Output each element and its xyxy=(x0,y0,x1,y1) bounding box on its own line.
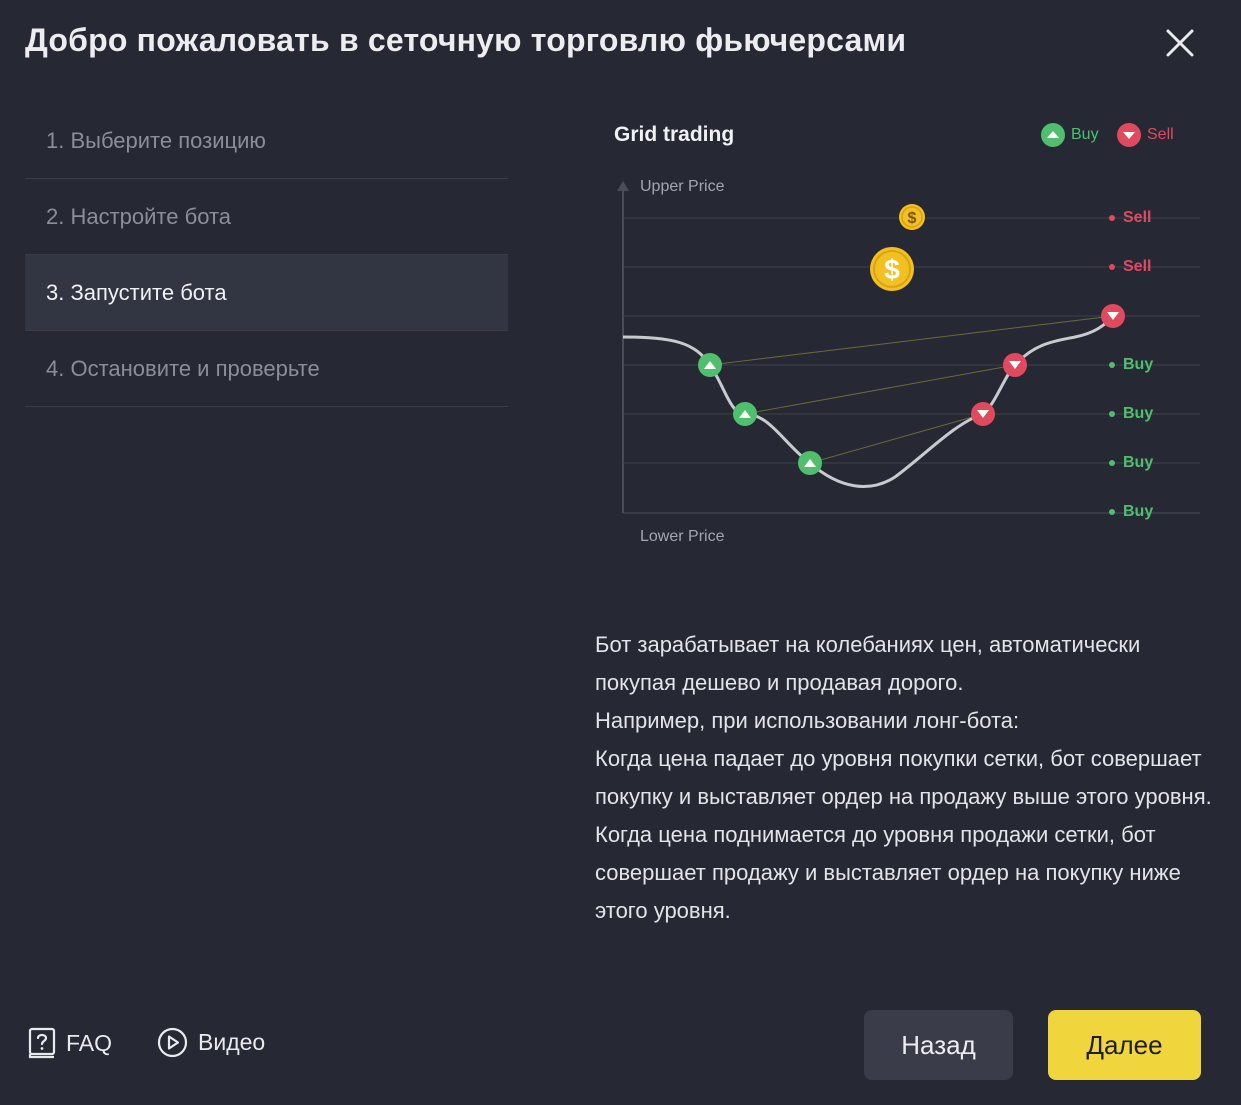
grid-level-label: Buy xyxy=(1123,405,1154,422)
step-4[interactable]: 4. Остановите и проверьте xyxy=(25,331,508,407)
step-2[interactable]: 2. Настройте бота xyxy=(25,179,508,255)
grid-level-label: Sell xyxy=(1123,209,1152,226)
faq-link[interactable]: FAQ xyxy=(28,1027,112,1059)
buy-marker xyxy=(733,402,757,426)
upper-price-label: Upper Price xyxy=(640,178,725,195)
close-button[interactable] xyxy=(1160,24,1200,64)
step-3-active[interactable]: 3. Запустите бота xyxy=(25,255,508,331)
grid-trading-illustration: Grid trading Buy Sell $ $ Upper Price Lo… xyxy=(595,105,1210,585)
faq-book-icon xyxy=(28,1027,56,1059)
description-paragraph: Когда цена поднимается до уровня продажи… xyxy=(595,822,1181,923)
pair-lines xyxy=(709,315,1114,464)
back-button[interactable]: Назад xyxy=(864,1010,1013,1080)
level-dot xyxy=(1109,509,1115,515)
video-label: Видео xyxy=(198,1029,266,1055)
grid-level-label: Buy xyxy=(1123,454,1154,471)
grid-chart-svg: $ $ xyxy=(617,181,1200,515)
level-dot xyxy=(1109,411,1115,417)
coin-large-symbol: $ xyxy=(884,254,900,285)
price-curve xyxy=(622,315,1115,488)
grid-level-label: Sell xyxy=(1123,258,1152,275)
axis-arrow xyxy=(617,181,629,191)
level-dot xyxy=(1109,264,1115,270)
step-label: 1. Выберите позицию xyxy=(46,127,266,153)
dialog-title: Добро пожаловать в сеточную торговлю фью… xyxy=(25,22,907,58)
video-link[interactable]: Видео xyxy=(157,1027,265,1058)
faq-label: FAQ xyxy=(66,1029,113,1056)
steps-list: 1. Выберите позицию 2. Настройте бота 3.… xyxy=(25,103,508,407)
sell-marker xyxy=(971,402,995,426)
description-paragraph: Когда цена падает до уровня покупки сетк… xyxy=(595,746,1212,809)
coin-small-symbol: $ xyxy=(908,210,917,227)
description-text: Бот зарабатывает на колебаниях цен, авто… xyxy=(595,626,1215,930)
sell-marker xyxy=(1003,353,1027,377)
level-dot xyxy=(1109,215,1115,221)
description-paragraph: Например, при использовании лонг-бота: xyxy=(595,708,1020,733)
buy-marker xyxy=(698,353,722,377)
step-label: 2. Настройте бота xyxy=(46,203,232,229)
level-dot xyxy=(1109,362,1115,368)
step-1[interactable]: 1. Выберите позицию xyxy=(25,103,508,179)
next-button[interactable]: Далее xyxy=(1048,1010,1201,1080)
level-dot xyxy=(1109,460,1115,466)
step-label: 4. Остановите и проверьте xyxy=(46,355,320,381)
grid-level-label: Buy xyxy=(1123,356,1154,373)
play-icon xyxy=(157,1027,188,1058)
lower-price-label: Lower Price xyxy=(640,528,725,545)
sell-marker xyxy=(1101,304,1125,328)
step-label: 3. Запустите бота xyxy=(46,279,227,305)
buy-marker xyxy=(798,451,822,475)
description-paragraph: Бот зарабатывает на колебаниях цен, авто… xyxy=(595,632,1141,695)
close-icon xyxy=(1166,29,1194,57)
grid-level-label: Buy xyxy=(1123,503,1154,520)
